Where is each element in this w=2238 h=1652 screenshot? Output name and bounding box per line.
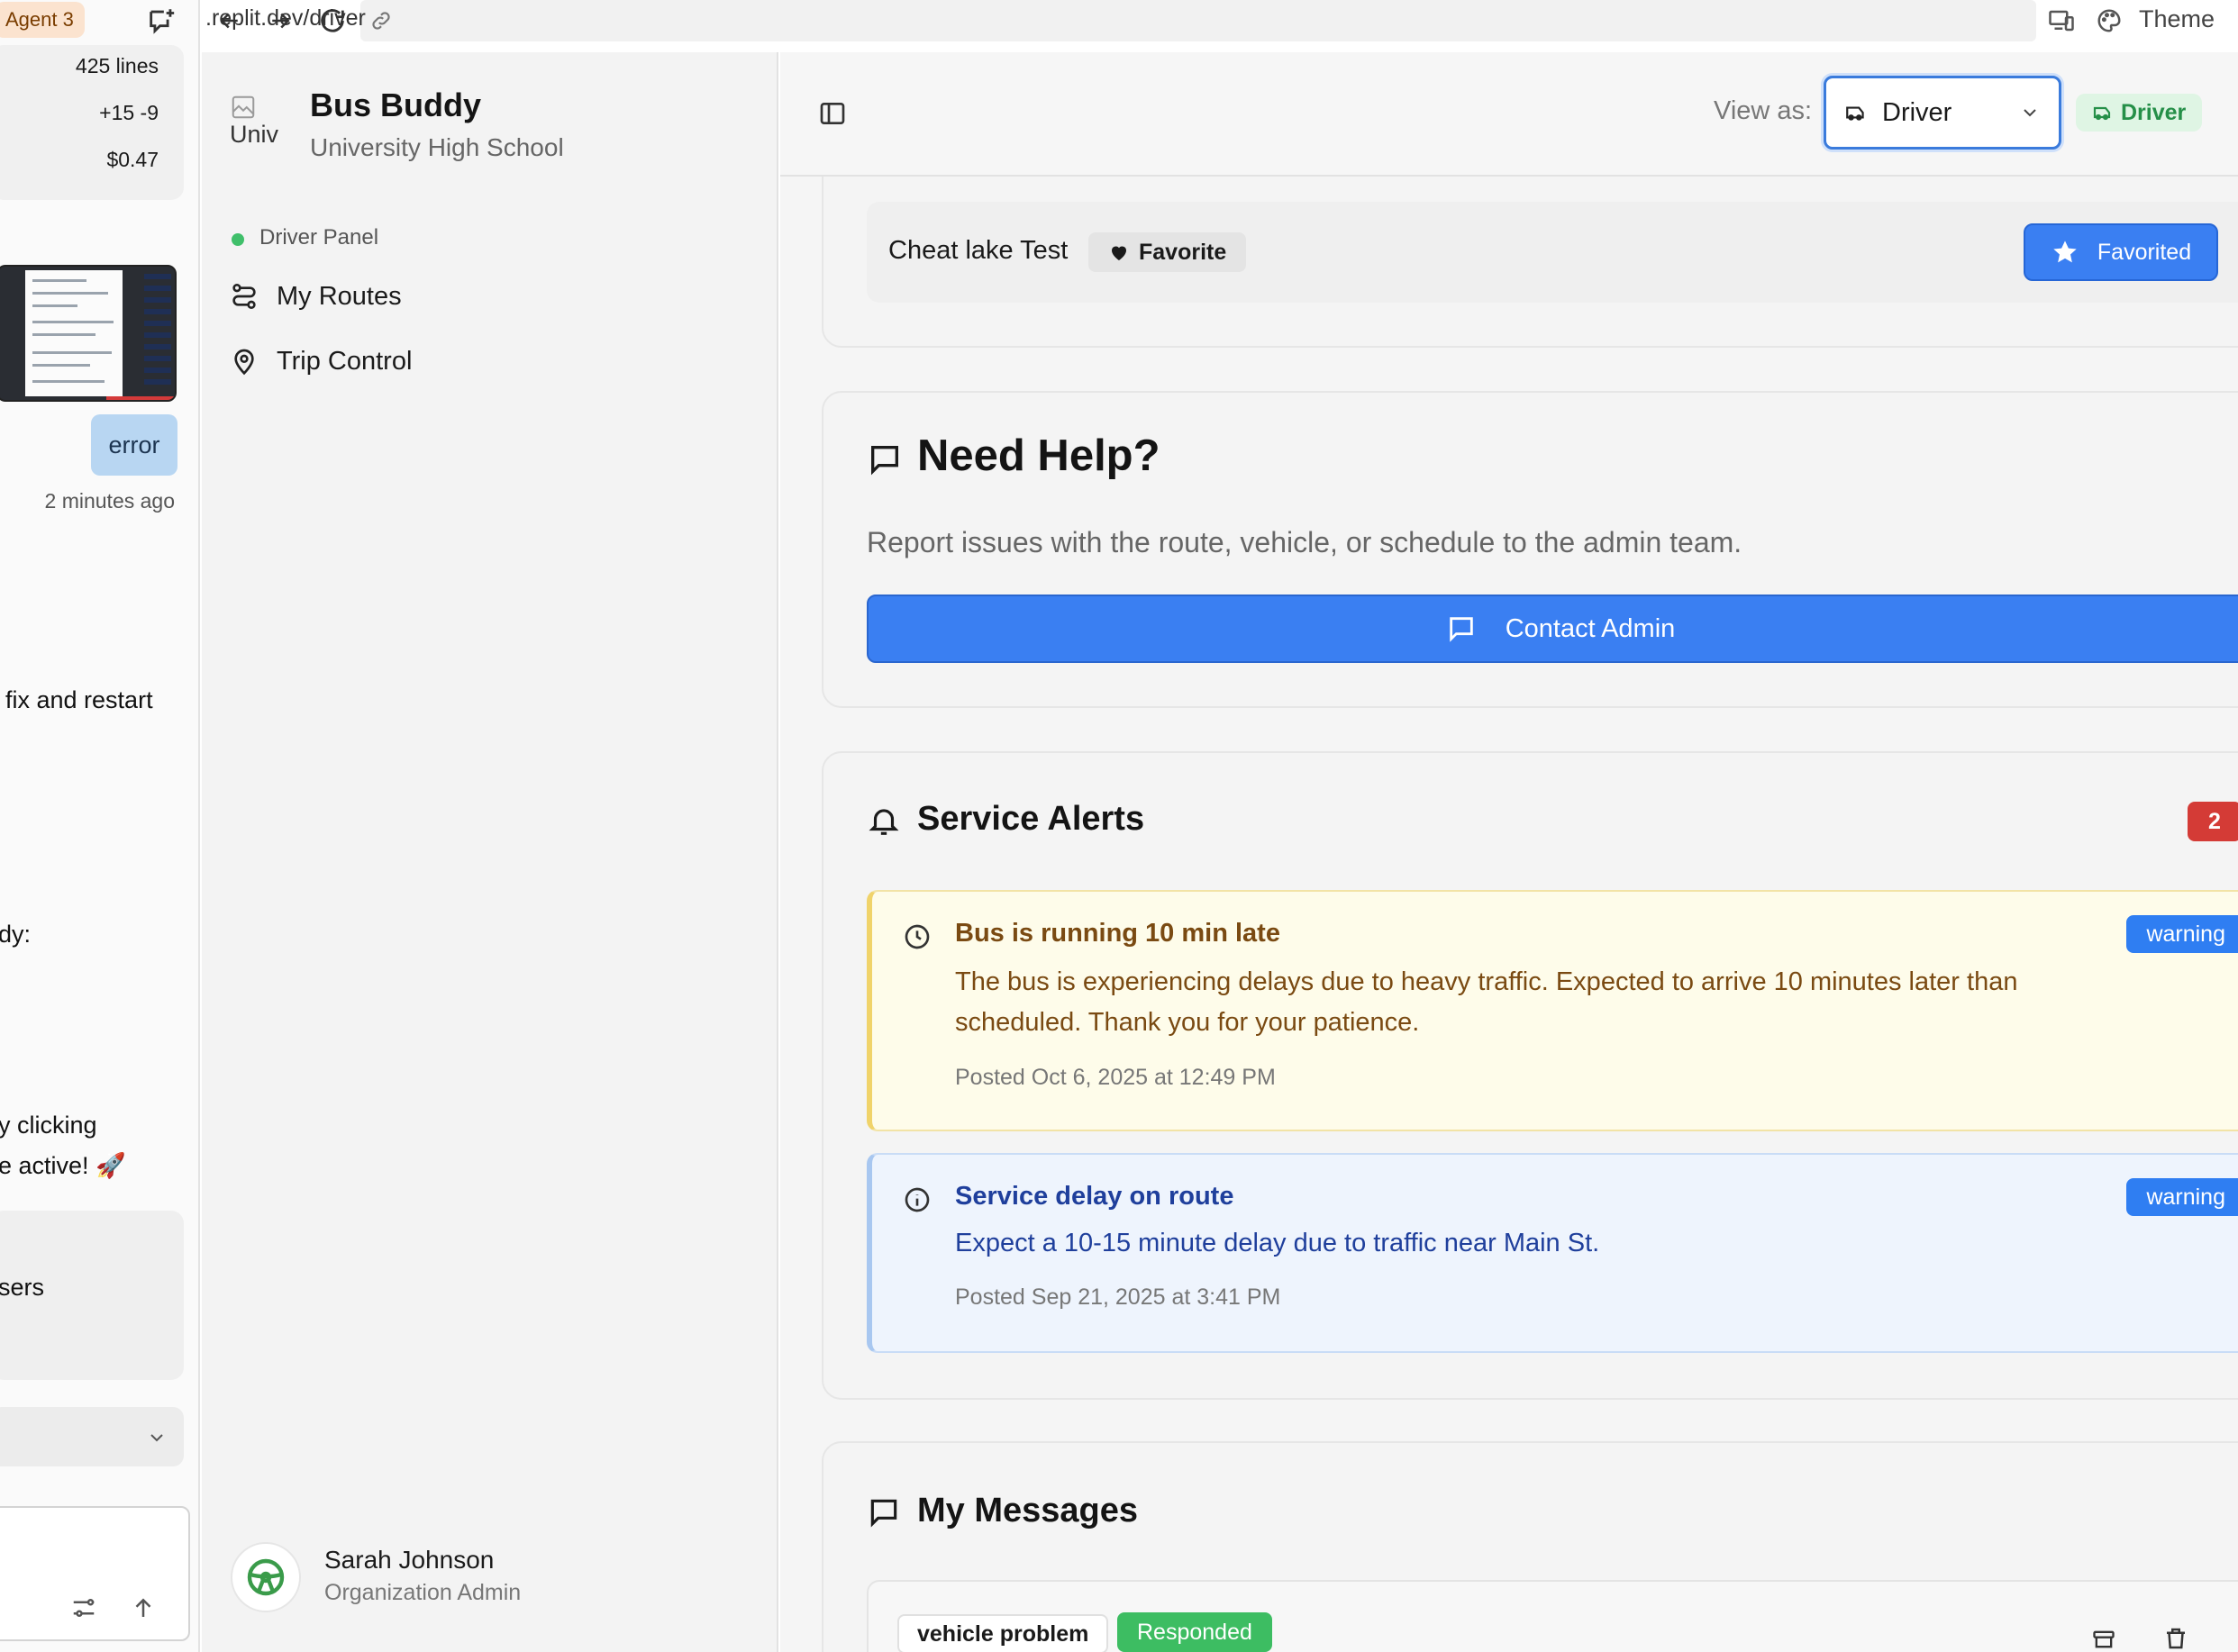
alert-body: The bus is experiencing delays due to he… (955, 967, 2018, 1037)
link-icon (372, 12, 390, 30)
devices-icon[interactable] (2047, 7, 2076, 34)
bus-icon (2093, 106, 2111, 121)
star-icon (2053, 241, 2077, 263)
message-square-icon (1449, 617, 1473, 642)
chat-input[interactable] (0, 1506, 190, 1641)
severity-badge: warning (2126, 915, 2238, 953)
heart-icon (1112, 246, 1126, 260)
alert-body: Expect a 10-15 minute delay due to traff… (955, 1229, 1600, 1257)
school-name: University High School (310, 133, 564, 161)
steering-wheel-icon (247, 1558, 285, 1596)
favorite-tag: Favorite (1088, 232, 1247, 272)
theme-button[interactable]: Theme (2139, 5, 2215, 33)
school-logo-broken-image: Univ (230, 94, 284, 155)
sidebar-toggle-icon[interactable] (818, 99, 847, 128)
status-dot (232, 233, 244, 246)
cost-value: $0.47 (106, 148, 159, 171)
alerts-title: Service Alerts (917, 800, 1145, 838)
archive-icon[interactable] (2088, 1627, 2119, 1652)
settings-sliders-icon[interactable] (70, 1594, 97, 1621)
help-title: Need Help? (917, 431, 1160, 480)
chat-collapsible[interactable] (0, 1407, 184, 1466)
panel-label: Driver Panel (259, 225, 379, 250)
alert-posted-date: Posted Oct 6, 2025 at 12:49 PM (955, 1065, 1276, 1090)
sidebar-item-label: My Routes (277, 281, 402, 311)
sidebar-item-my-routes[interactable]: My Routes (230, 272, 402, 321)
role-badge: Driver (2076, 94, 2203, 132)
alert-title: Bus is running 10 min late (955, 919, 1280, 948)
message-square-icon (870, 1499, 897, 1528)
screenshot-thumbnail[interactable] (0, 265, 177, 402)
help-description: Report issues with the route, vehicle, o… (867, 526, 1742, 558)
alert-item-info: Service delay on route Expect a 10-15 mi… (867, 1153, 2238, 1353)
message-type-badge: vehicle problem (897, 1614, 1109, 1652)
agent-badge-label: Agent 3 (5, 8, 74, 31)
browser-toolbar (202, 0, 2238, 41)
messages-title: My Messages (917, 1492, 1139, 1529)
url-bar[interactable] (360, 0, 2036, 41)
route-icon (232, 284, 256, 309)
agent-badge[interactable]: Agent 3 (0, 2, 85, 38)
message-status-badge: Responded (1117, 1612, 1272, 1652)
diff-count: +15 -9 (99, 101, 159, 124)
alert-posted-date: Posted Sep 21, 2025 at 3:41 PM (955, 1284, 1281, 1310)
role-select[interactable]: Driver (1824, 76, 2061, 150)
route-name: Cheat lake Test (888, 236, 1069, 265)
contact-admin-button[interactable]: Contact Admin (867, 595, 2238, 663)
sidebar-item-label: Trip Control (277, 346, 413, 376)
chat-text-fragment: y clicking (0, 1112, 97, 1139)
bell-icon (869, 809, 899, 835)
contact-admin-label: Contact Admin (1505, 613, 1676, 643)
chevron-down-icon (150, 1434, 163, 1442)
lines-count: 425 lines (75, 54, 159, 77)
user-message-bubble: error (91, 414, 177, 476)
user-avatar[interactable] (231, 1542, 301, 1612)
palette-icon[interactable] (2096, 7, 2123, 34)
sidebar-item-trip-control[interactable]: Trip Control (230, 337, 412, 386)
chat-text-fragment: e active! 🚀 (0, 1152, 126, 1179)
view-as-label: View as: (1714, 96, 1813, 125)
message-square-icon (871, 446, 898, 476)
severity-badge: warning (2126, 1178, 2238, 1216)
user-role: Organization Admin (324, 1580, 522, 1605)
alert-item-warning: Bus is running 10 min late The bus is ex… (867, 890, 2238, 1131)
agent-chat-pane: Agent 3 425 lines +15 -9 $0.47 error 2 m… (0, 0, 200, 1652)
map-pin-icon (234, 349, 254, 376)
role-badge-label: Driver (2121, 99, 2187, 125)
alert-title: Service delay on route (955, 1182, 1234, 1211)
send-arrow-icon[interactable] (130, 1594, 157, 1621)
alert-count-badge: 2 (2188, 802, 2238, 841)
bus-icon (1846, 106, 1864, 121)
info-icon (905, 1187, 930, 1212)
trash-icon[interactable] (2161, 1625, 2191, 1652)
chat-text-fragment: dy: (0, 921, 32, 948)
new-chat-icon[interactable] (146, 5, 177, 36)
chevron-down-icon (2024, 109, 2036, 117)
logo-alt-text: Univ (230, 121, 279, 148)
favorite-tag-label: Favorite (1139, 239, 1227, 265)
app-title: Bus Buddy (310, 86, 482, 123)
url-text: .replit.dev/driver (205, 5, 366, 31)
chat-text-fragment: fix and restart (5, 686, 153, 713)
message-timestamp: 2 minutes ago (44, 489, 175, 513)
chat-text-fragment: sers (0, 1274, 45, 1301)
clock-icon (905, 924, 930, 949)
favorited-button-label: Favorited (2097, 239, 2192, 265)
role-select-value: Driver (1882, 97, 1952, 127)
favorited-button[interactable]: Favorited (2024, 223, 2218, 281)
user-name: Sarah Johnson (324, 1546, 495, 1574)
